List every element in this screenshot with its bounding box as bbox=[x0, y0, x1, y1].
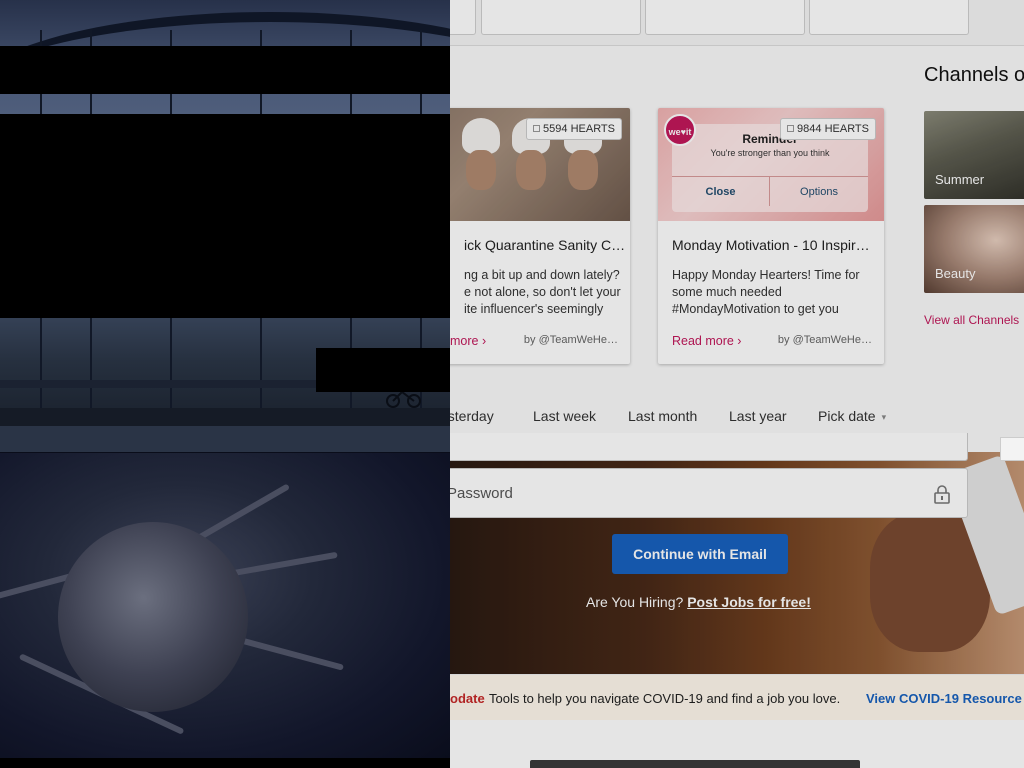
password-field[interactable]: Password bbox=[450, 468, 968, 518]
creature-body bbox=[58, 522, 248, 712]
card-excerpt: Happy Monday Hearters! Time for some muc… bbox=[672, 268, 860, 316]
footer-section bbox=[450, 720, 1024, 768]
date-option-yesterday[interactable]: esterday bbox=[450, 408, 494, 424]
nav-tab[interactable] bbox=[809, 0, 969, 35]
hearts-count: 5594 HEARTS bbox=[543, 123, 615, 135]
reminder-subtitle: You're stronger than you think bbox=[710, 148, 830, 158]
channel-tile-summer[interactable]: Summer bbox=[924, 111, 1024, 199]
read-more-link[interactable]: Read more › bbox=[672, 334, 741, 348]
channel-tile-beauty[interactable]: Beauty bbox=[924, 205, 1024, 293]
card-author[interactable]: by @TeamWeHe… bbox=[778, 334, 872, 346]
continue-with-email-button[interactable]: Continue with Email bbox=[612, 534, 788, 574]
hearts-badge[interactable]: 9844 HEARTS bbox=[780, 118, 876, 140]
card-title[interactable]: Monday Motivation - 10 Inspir… bbox=[672, 237, 872, 253]
heart-box-icon bbox=[787, 125, 795, 132]
footer-heading-cropped bbox=[530, 760, 860, 768]
towel-head bbox=[462, 118, 500, 154]
edge-button[interactable] bbox=[1000, 437, 1024, 461]
nav-tab[interactable] bbox=[481, 0, 641, 35]
card-author[interactable]: by @TeamWeHe… bbox=[524, 334, 618, 346]
face bbox=[568, 150, 598, 190]
view-all-channels-link[interactable]: View all Channels bbox=[924, 313, 1019, 327]
email-field[interactable] bbox=[450, 433, 968, 461]
password-placeholder: Password bbox=[450, 485, 513, 502]
pick-date-label: Pick date bbox=[818, 408, 876, 424]
channel-label: Summer bbox=[935, 172, 985, 187]
redacted-small-block bbox=[316, 348, 450, 392]
covid-text: Tools to help you navigate COVID-19 and … bbox=[489, 691, 841, 706]
dropdown-arrow-icon: ▾ bbox=[881, 412, 887, 422]
read-more-link[interactable]: more › bbox=[450, 334, 486, 348]
date-option-last-month[interactable]: Last month bbox=[628, 408, 697, 424]
redacted-bar bbox=[0, 46, 450, 94]
covid-update-label: odate bbox=[450, 691, 485, 706]
bottom-strip bbox=[0, 758, 450, 768]
heart-box-icon bbox=[533, 125, 541, 132]
post-jobs-link[interactable]: Post Jobs for free! bbox=[687, 594, 811, 610]
water bbox=[0, 426, 450, 452]
redacted-block bbox=[0, 114, 450, 318]
date-option-pick-date[interactable]: Pick date ▾ bbox=[818, 408, 886, 424]
right-page: Channels o 5594 HEARTS ick Quarantine Sa… bbox=[450, 0, 1024, 768]
face bbox=[516, 150, 546, 190]
face bbox=[466, 150, 496, 190]
channels-title: Channels o bbox=[924, 64, 1024, 86]
bridge-road bbox=[0, 408, 450, 426]
card-excerpt: ng a bit up and down lately? e not alone… bbox=[464, 268, 621, 316]
date-option-last-week[interactable]: Last week bbox=[533, 408, 596, 424]
left-image-panel bbox=[0, 0, 450, 768]
hiring-text: Are You Hiring? bbox=[586, 594, 684, 610]
hearts-badge[interactable]: 5594 HEARTS bbox=[526, 118, 622, 140]
weheartit-logo: we♥it bbox=[664, 114, 696, 146]
hearts-count: 9844 HEARTS bbox=[797, 123, 869, 135]
lock-icon bbox=[934, 485, 950, 504]
date-option-last-year[interactable]: Last year bbox=[729, 408, 787, 424]
card-title[interactable]: ick Quarantine Sanity C… bbox=[464, 237, 630, 253]
article-card[interactable]: 5594 HEARTS ick Quarantine Sanity C… ng … bbox=[450, 108, 630, 364]
covid-banner: odate Tools to help you navigate COVID-1… bbox=[450, 674, 1024, 720]
covid-resources-link[interactable]: View COVID-19 Resource bbox=[866, 691, 1022, 706]
reminder-close: Close bbox=[672, 176, 770, 206]
article-card[interactable]: Reminder You're stronger than you think … bbox=[658, 108, 884, 364]
top-nav bbox=[450, 0, 1024, 46]
channel-label: Beauty bbox=[935, 266, 976, 281]
hiring-line: Are You Hiring? Post Jobs for free! bbox=[586, 594, 811, 610]
nav-tab[interactable] bbox=[450, 0, 476, 35]
reminder-options: Options bbox=[770, 176, 868, 206]
nav-tab[interactable] bbox=[645, 0, 805, 35]
